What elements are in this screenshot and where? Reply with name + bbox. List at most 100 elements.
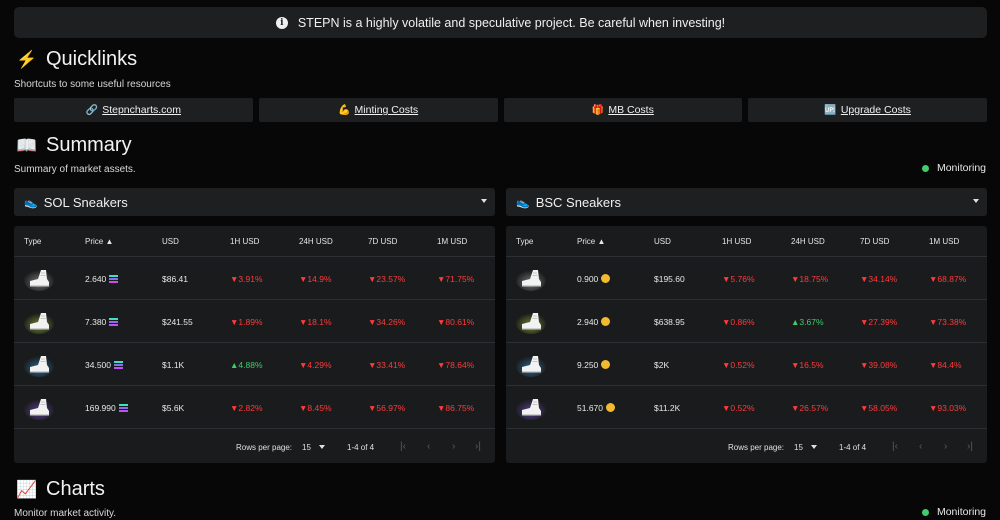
price-cell: 34.500 <box>85 360 123 370</box>
rows-per-page-label: Rows per page: <box>728 443 785 452</box>
sneaker-icon <box>516 269 546 291</box>
table-row[interactable]: 169.990 $5.6K ▼2.82% ▼8.45% ▼56.97% ▼86.… <box>14 386 495 429</box>
quicklink-label[interactable]: Upgrade Costs <box>841 104 911 116</box>
quicklinks-subtitle: Shortcuts to some useful resources <box>14 79 171 90</box>
change-7d-cell: ▼23.57% <box>368 274 406 284</box>
usd-cell: $241.55 <box>162 317 193 327</box>
change-24h-cell: ▲3.67% <box>791 317 824 327</box>
last-page-icon[interactable]: ›| <box>475 441 481 452</box>
table-row[interactable]: 0.900 $195.60 ▼5.76% ▼18.75% ▼34.14% ▼68… <box>506 257 987 300</box>
solana-coin-icon <box>109 275 119 283</box>
quicklink-mb-costs[interactable]: 🎁 MB Costs <box>503 98 743 122</box>
collection-select-1[interactable]: 👟 BSC Sneakers <box>506 188 987 216</box>
next-page-icon[interactable]: › <box>944 441 947 452</box>
table-header: Type Price ▲ USD 1H USD 24H USD 7D USD 1M USD <box>506 226 987 257</box>
column-header[interactable]: Price ▲ <box>577 237 605 246</box>
table-row[interactable]: 51.670 $11.2K ▼0.52% ▼26.57% ▼58.05% ▼93… <box>506 386 987 429</box>
quicklink-label[interactable]: MB Costs <box>608 104 654 116</box>
change-1m-cell: ▼86.75% <box>437 403 475 413</box>
column-header: USD <box>162 237 179 246</box>
solana-coin-icon <box>114 361 123 369</box>
summary-title: Summary <box>46 134 132 156</box>
change-1m-cell: ▼84.4% <box>929 360 962 370</box>
change-7d-cell: ▼27.39% <box>860 317 898 327</box>
previous-page-icon[interactable]: ‹ <box>919 441 922 452</box>
quicklink-label[interactable]: Stepncharts.com <box>102 104 181 116</box>
chevron-down-icon[interactable] <box>973 199 979 203</box>
change-1h-cell: ▼0.52% <box>722 403 755 413</box>
change-1m-cell: ▼93.03% <box>929 403 967 413</box>
status-dot-icon <box>921 508 929 516</box>
quicklink-upgrade-costs[interactable]: 🆙 Upgrade Costs <box>748 98 987 122</box>
column-header[interactable]: Price ▲ <box>85 237 113 246</box>
change-1h-cell: ▼0.52% <box>722 360 755 370</box>
table-header: Type Price ▲ USD 1H USD 24H USD 7D USD 1M USD <box>14 226 495 257</box>
table-row[interactable]: 2.940 $638.95 ▼0.86% ▲3.67% ▼27.39% ▼73.… <box>506 300 987 343</box>
change-24h-cell: ▼18.1% <box>299 317 332 327</box>
price-cell: 9.250 <box>577 360 611 370</box>
disclaimer-text: STEPN is a highly volatile and speculati… <box>297 15 726 30</box>
change-1h-cell: ▼5.76% <box>722 274 755 284</box>
last-page-icon[interactable]: ›| <box>967 441 973 452</box>
charts-subtitle: Monitor market activity. <box>14 508 117 519</box>
change-1m-cell: ▼68.87% <box>929 274 967 284</box>
price-cell: 7.380 <box>85 317 119 327</box>
price-value: 7.380 <box>85 317 107 327</box>
link-icon: 🔗 <box>85 104 99 116</box>
sneaker-icon <box>516 312 546 334</box>
table-row[interactable]: 9.250 $2K ▼0.52% ▼16.5% ▼39.08% ▼84.4% <box>506 343 987 386</box>
monitoring-label: Monitoring <box>936 162 986 174</box>
first-page-icon[interactable]: |‹ <box>400 441 406 452</box>
change-24h-cell: ▼26.57% <box>791 403 829 413</box>
column-header: 7D USD <box>368 237 398 246</box>
change-24h-cell: ▼18.75% <box>791 274 829 284</box>
chart-increasing-icon: 📈 <box>16 479 38 499</box>
column-header: 24H USD <box>791 237 825 246</box>
rows-per-page-select[interactable]: 15 <box>302 443 325 452</box>
table-row[interactable]: 34.500 $1.1K ▲4.88% ▼4.29% ▼33.41% ▼78.6… <box>14 343 495 386</box>
change-7d-cell: ▼39.08% <box>860 360 898 370</box>
monitoring-label: Monitoring <box>936 506 986 518</box>
price-value: 9.250 <box>577 360 599 370</box>
usd-cell: $86.41 <box>162 274 188 284</box>
lightning-icon: ⚡ <box>16 49 38 69</box>
column-header: 7D USD <box>860 237 890 246</box>
previous-page-icon[interactable]: ‹ <box>427 441 430 452</box>
gift-icon: 🎁 <box>591 104 605 116</box>
sneaker-icon <box>516 355 546 377</box>
change-1h-cell: ▼3.91% <box>230 274 263 284</box>
chevron-down-icon[interactable] <box>481 199 487 203</box>
sneaker-icon <box>24 269 54 291</box>
price-cell: 169.990 <box>85 403 128 413</box>
column-header: 1H USD <box>722 237 752 246</box>
usd-cell: $1.1K <box>162 360 185 370</box>
book-icon: 📖 <box>16 135 38 155</box>
change-1m-cell: ▼80.61% <box>437 317 475 327</box>
bnb-coin-icon <box>601 360 611 369</box>
change-24h-cell: ▼8.45% <box>299 403 332 413</box>
market-table-1: Type Price ▲ USD 1H USD 24H USD 7D USD 1M USD … <box>506 226 987 463</box>
sneaker-icon: 👟 <box>24 196 38 209</box>
change-1m-cell: ▼71.75% <box>437 274 475 284</box>
first-page-icon[interactable]: |‹ <box>892 441 898 452</box>
change-1m-cell: ▼73.38% <box>929 317 967 327</box>
rows-per-page-value: 15 <box>302 443 311 452</box>
table-row[interactable]: 7.380 $241.55 ▼1.89% ▼18.1% ▼34.26% ▼80.… <box>14 300 495 343</box>
sneaker-icon <box>24 398 54 420</box>
change-1h-cell: ▲4.88% <box>230 360 263 370</box>
table-row[interactable]: 2.640 $86.41 ▼3.91% ▼14.9% ▼23.57% ▼71.7… <box>14 257 495 300</box>
rows-per-page-select[interactable]: 15 <box>794 443 817 452</box>
quicklink-minting-costs[interactable]: 💪 Minting Costs <box>258 98 498 122</box>
usd-cell: $5.6K <box>162 403 185 413</box>
next-page-icon[interactable]: › <box>452 441 455 452</box>
muscle-icon: 💪 <box>338 104 351 116</box>
change-7d-cell: ▼56.97% <box>368 403 406 413</box>
collection-select-0[interactable]: 👟 SOL Sneakers <box>14 188 495 216</box>
quicklink-stepncharts[interactable]: 🔗 Stepncharts.com <box>14 98 253 122</box>
select-value: BSC Sneakers <box>535 194 621 210</box>
change-7d-cell: ▼33.41% <box>368 360 406 370</box>
quicklink-label[interactable]: Minting Costs <box>355 104 419 116</box>
price-value: 169.990 <box>85 403 116 413</box>
change-1m-cell: ▼78.64% <box>437 360 475 370</box>
charts-monitoring-status: Monitoring <box>921 506 986 518</box>
